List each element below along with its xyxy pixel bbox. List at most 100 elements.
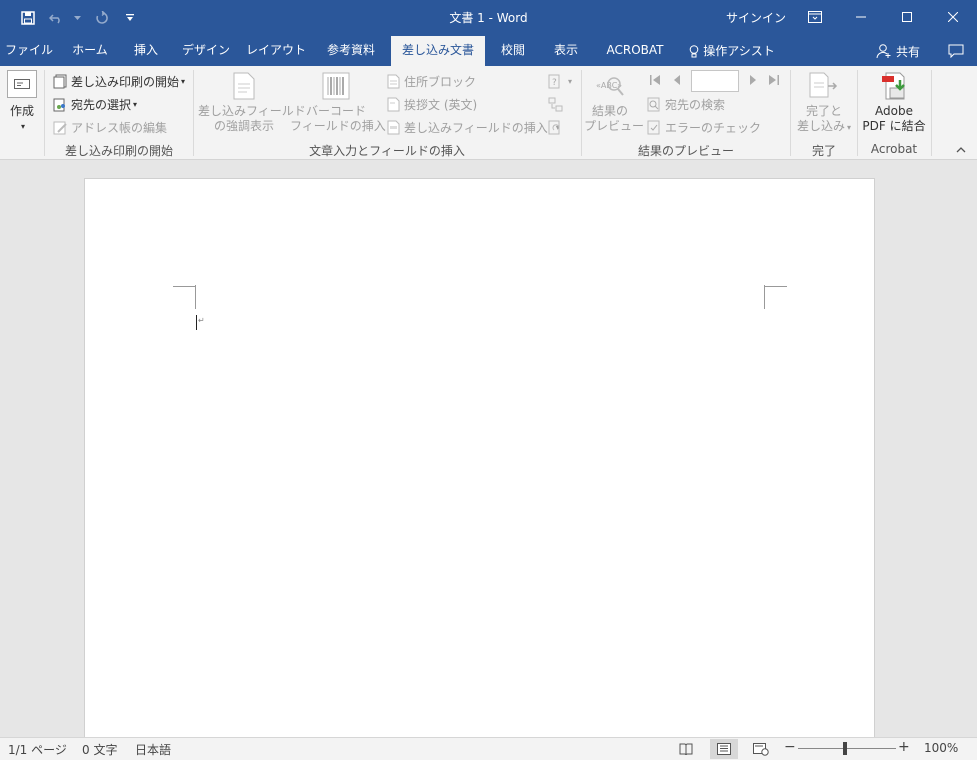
check-errors-button[interactable]: エラーのチェック [646, 117, 761, 137]
zoom-level[interactable]: 100% [924, 741, 958, 755]
first-record-button[interactable] [647, 72, 663, 88]
tab-acrobat[interactable]: ACROBAT [600, 36, 670, 66]
barcode-label-1: バーコード [305, 104, 366, 118]
create-label: 作成 [9, 104, 34, 118]
check-errors-icon [646, 119, 662, 135]
comments-button[interactable] [936, 36, 976, 66]
start-mail-merge-button[interactable]: 差し込み印刷の開始 ▾ [52, 71, 185, 91]
find-icon [646, 96, 662, 112]
tab-references[interactable]: 参考資料 [318, 36, 384, 66]
minimize-button[interactable] [838, 0, 884, 34]
preview-label-1: 結果の [591, 104, 628, 118]
insert-merge-field-button[interactable]: 差し込みフィールドの挿入 ▾ [385, 117, 560, 137]
print-layout-button[interactable] [710, 739, 738, 759]
share-button[interactable]: 共有 [876, 36, 920, 66]
zoom-slider-thumb[interactable] [843, 742, 847, 755]
ribbon: 作成 ▾ 差し込み印刷の開始 ▾ 宛先の選択 ▾ アドレス帳の編集 差し込み印刷の開… [0, 66, 977, 160]
crop-mark [195, 285, 196, 309]
minimize-icon [856, 16, 866, 18]
tell-me-box[interactable]: 操作アシスト [688, 36, 776, 66]
finish-label-2: 差し込み [796, 119, 845, 133]
insert-merge-field-label: 差し込みフィールドの挿入 [404, 120, 548, 135]
greeting-line-button[interactable]: 挨拶文 (英文) [385, 94, 477, 114]
lightbulb-icon [689, 44, 699, 57]
match-fields-button[interactable] [547, 94, 566, 114]
tab-layout[interactable]: レイアウト [246, 36, 306, 66]
chevron-down-icon: ▾ [568, 76, 573, 86]
read-mode-button[interactable] [674, 739, 698, 759]
finish-label-1: 完了と [805, 104, 842, 118]
tab-mailings[interactable]: 差し込み文書 [391, 36, 485, 66]
zoom-out-button[interactable]: − [784, 739, 796, 755]
tell-me-label: 操作アシスト [703, 44, 775, 58]
crop-mark [173, 286, 196, 287]
group-separator [931, 70, 932, 156]
group-label-preview: 結果のプレビュー [637, 144, 734, 158]
tab-view[interactable]: 表示 [546, 36, 586, 66]
collapse-ribbon-button[interactable] [954, 144, 968, 156]
ribbon-display-options-button[interactable] [792, 0, 838, 34]
magnifier-abc-icon: «ABC» [596, 77, 624, 96]
last-record-icon [769, 75, 779, 85]
next-record-button[interactable] [745, 72, 761, 88]
language-indicator[interactable]: 日本語 [135, 741, 171, 758]
previous-record-button[interactable] [669, 72, 685, 88]
address-block-icon [385, 73, 401, 89]
greeting-line-icon [385, 96, 401, 112]
update-labels-icon [547, 119, 563, 135]
find-recipient-button[interactable]: 宛先の検索 [646, 94, 725, 114]
merge-to-adobe-pdf-button[interactable]: Adobe PDF に結合 [862, 72, 926, 134]
chevron-down-icon: ▾ [181, 76, 186, 86]
signin-link[interactable]: サインイン [726, 9, 786, 26]
book-icon [679, 743, 693, 755]
update-labels-button[interactable] [547, 117, 566, 137]
tab-design[interactable]: デザイン [180, 36, 232, 66]
tab-insert[interactable]: 挿入 [126, 36, 166, 66]
select-recipients-button[interactable]: 宛先の選択 ▾ [52, 94, 137, 114]
person-icon [876, 44, 891, 59]
text-cursor [196, 315, 197, 330]
group-label-finish: 完了 [811, 144, 836, 158]
group-label-start: 差し込み印刷の開始 [64, 144, 173, 158]
greeting-line-label: 挨拶文 (英文) [404, 97, 478, 112]
adobe-label-1: Adobe [875, 104, 913, 118]
last-record-button[interactable] [766, 72, 782, 88]
edit-address-book-button[interactable]: アドレス帳の編集 [52, 117, 167, 137]
finish-merge-button[interactable]: 完了と 差し込み ▾ [794, 72, 854, 135]
document-page[interactable]: ↵ [84, 178, 875, 748]
insert-barcode-field-button[interactable]: バーコード フィールドの挿入▾ [290, 72, 392, 135]
document-area: ↵ [0, 160, 977, 748]
create-button[interactable]: 作成 ▾ [6, 70, 38, 134]
highlight-merge-fields-button[interactable]: 差し込みフィールド の強調表示 [198, 72, 306, 134]
comment-icon [948, 44, 964, 58]
tab-file[interactable]: ファイル [4, 36, 54, 66]
chevron-down-icon: ▾ [847, 123, 852, 132]
maximize-button[interactable] [884, 0, 930, 34]
record-number-input[interactable] [691, 70, 739, 92]
address-block-button[interactable]: 住所ブロック [385, 71, 476, 91]
start-mail-merge-label: 差し込み印刷の開始 [71, 74, 180, 89]
address-block-label: 住所ブロック [404, 74, 477, 89]
word-count[interactable]: 0 文字 [82, 741, 117, 758]
web-layout-button[interactable] [749, 739, 773, 759]
close-icon [948, 12, 958, 22]
highlight-fields-label-2: の強調表示 [213, 119, 274, 133]
rules-button[interactable]: ? ▾ [547, 71, 572, 91]
print-layout-icon [717, 743, 731, 755]
tab-review[interactable]: 校閲 [494, 36, 532, 66]
envelope-icon [7, 70, 37, 98]
title-bar: 文書 1 - Word サインイン [0, 0, 977, 36]
page-count[interactable]: 1/1 ページ [8, 741, 67, 758]
crop-mark [764, 285, 765, 309]
group-label-write: 文章入力とフィールドの挿入 [309, 144, 465, 158]
group-label-acrobat: Acrobat [870, 142, 918, 156]
tab-home[interactable]: ホーム [66, 36, 114, 66]
close-button[interactable] [930, 0, 976, 34]
find-recipient-label: 宛先の検索 [665, 97, 726, 112]
zoom-slider-track[interactable] [798, 748, 896, 749]
ribbon-tabs: ファイル ホーム 挿入 デザイン レイアウト 参考資料 差し込み文書 校閲 表示… [0, 36, 977, 66]
preview-results-button[interactable]: «ABC» 結果の プレビュー [584, 72, 644, 134]
zoom-in-button[interactable]: + [898, 739, 910, 755]
recipients-icon [52, 96, 68, 112]
select-recipients-label: 宛先の選択 [71, 97, 132, 112]
